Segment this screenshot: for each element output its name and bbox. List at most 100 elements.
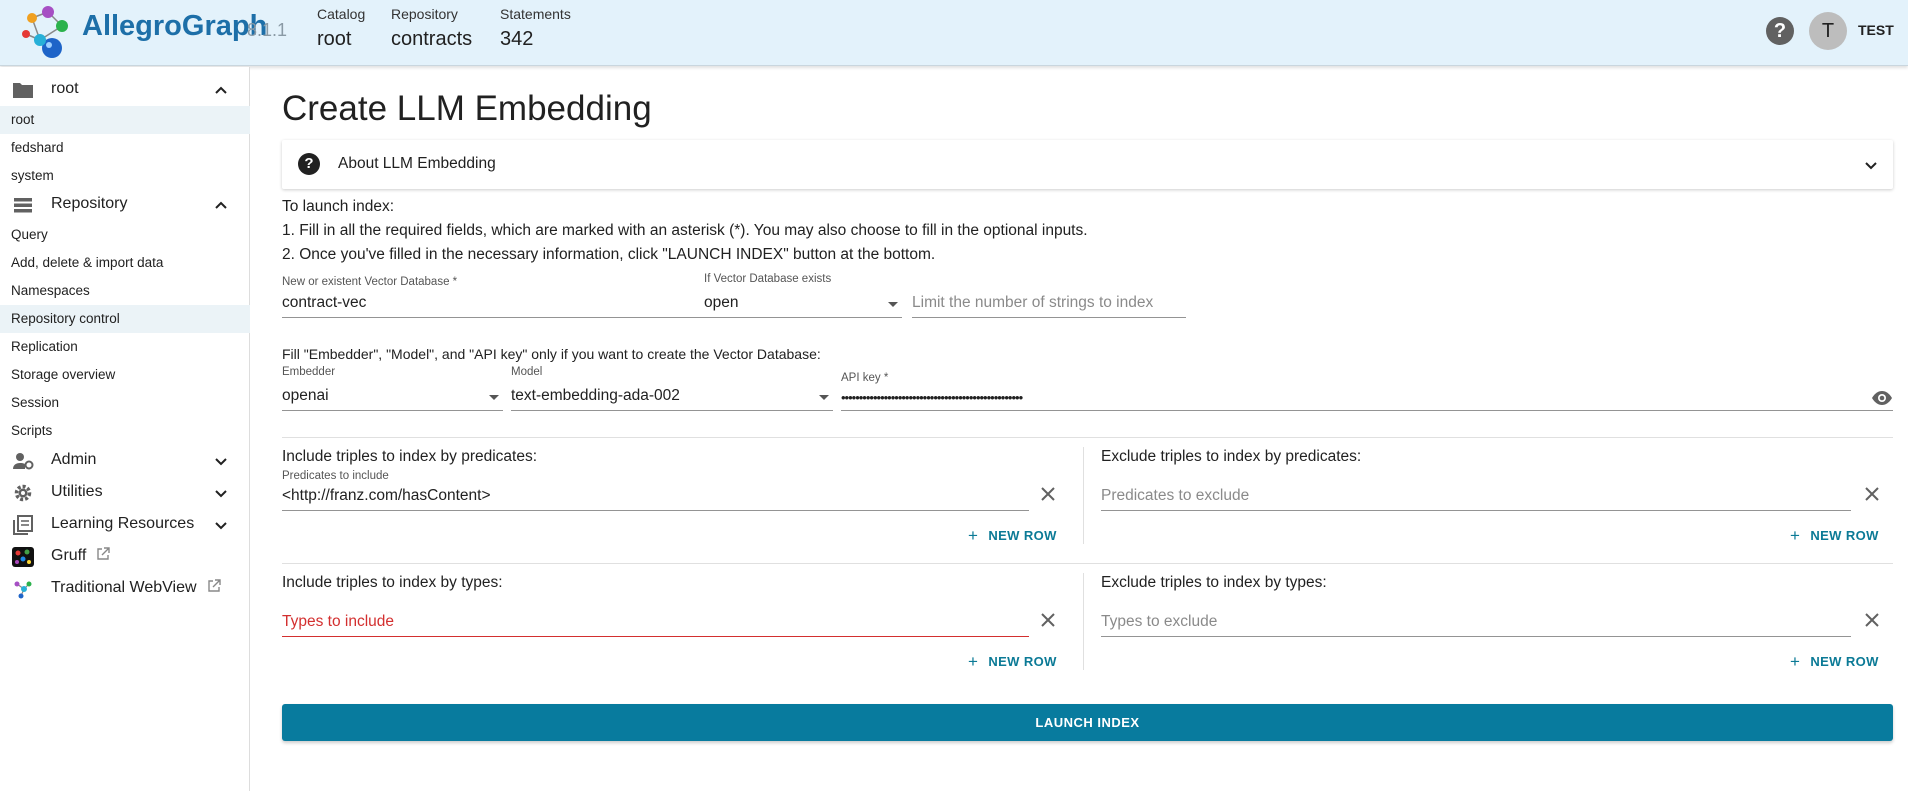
top-bar: AllegroGraph 8.1.1 Catalog root Reposito… [0,0,1908,66]
plus-icon: + [1790,526,1801,545]
about-panel-label: About LLM Embedding [338,155,496,172]
sidebar-item-add-delete-import[interactable]: Add, delete & import data [0,249,250,277]
exclude-predicates-input[interactable]: Predicates to exclude [1101,483,1851,511]
main-content: Create LLM Embedding ? About LLM Embeddi… [258,67,1908,791]
limit-strings-input[interactable]: Limit the number of strings to index [912,290,1186,318]
chevron-down-icon [215,490,227,498]
launch-index-button[interactable]: LAUNCH INDEX [282,704,1893,741]
catalog-section-label: root [51,80,79,97]
sidebar-item-scripts[interactable]: Scripts [0,417,250,445]
chevron-up-icon [215,201,227,209]
statements-label: Statements [500,6,571,22]
close-icon[interactable] [1863,611,1881,629]
include-predicates-label: Predicates to include [282,470,389,482]
webview-link: Traditional WebView [51,579,221,597]
sidebar-link-gruff[interactable]: Gruff [0,542,250,572]
include-predicates-new-row-button[interactable]: + NEW ROW [968,526,1057,546]
close-icon[interactable] [1863,485,1881,503]
include-types-placeholder: Types to include [282,613,395,630]
section-divider [282,437,1893,438]
version-label: 8.1.1 [247,20,288,40]
embedder-select[interactable]: openai [282,383,503,411]
repository-info[interactable]: Repository contracts [391,6,472,51]
new-row-label: NEW ROW [1810,654,1879,669]
include-predicates-value: <http://franz.com/hasContent> [282,487,491,504]
statements-info[interactable]: Statements 342 [500,6,571,51]
exclude-types-placeholder: Types to exclude [1101,613,1218,630]
sidebar-item-replication[interactable]: Replication [0,333,250,361]
help-icon[interactable]: ? [1766,17,1794,45]
include-types-new-row-button[interactable]: + NEW ROW [968,652,1057,672]
sidebar-section-repository[interactable]: Repository [0,190,250,220]
catalog-info[interactable]: Catalog root [317,6,365,51]
repository-label: Repository [391,6,458,22]
sidebar-section-admin[interactable]: Admin [0,446,250,476]
model-select[interactable]: text-embedding-ada-002 [511,383,833,411]
learning-section-label: Learning Resources [51,515,195,532]
user-avatar[interactable]: T [1809,12,1847,50]
gear-icon [14,484,32,502]
sidebar-item-namespaces[interactable]: Namespaces [0,277,250,305]
brand-name[interactable]: AllegroGraph [82,10,267,43]
plus-icon: + [968,652,979,671]
exclude-predicates-title: Exclude triples to index by predicates: [1101,448,1362,465]
sidebar-link-webview[interactable]: Traditional WebView [0,574,250,604]
repository-section-label: Repository [51,195,128,212]
vector-db-value: contract-vec [282,294,367,311]
utilities-section-label: Utilities [51,483,103,500]
exclude-types-new-row-button[interactable]: + NEW ROW [1790,652,1879,672]
open-in-new-icon [207,579,221,592]
help-circle-icon: ? [298,153,320,175]
db-exists-select[interactable]: open [704,290,902,318]
page-title: Create LLM Embedding [282,89,652,128]
sidebar-item-repository-control[interactable]: Repository control [0,305,250,333]
vector-db-input[interactable]: contract-vec [282,290,719,318]
gruff-icon [12,547,34,567]
sidebar-section-catalog[interactable]: root [0,75,250,105]
dropdown-arrow-icon [819,395,829,400]
username[interactable]: TEST [1858,22,1894,38]
allegrograph-logo-icon[interactable] [18,4,76,60]
api-key-input[interactable]: ••••••••••••••••••••••••••••••••••••••••… [841,383,1893,411]
db-exists-value: open [704,294,739,311]
statements-value: 342 [500,28,534,50]
close-icon[interactable] [1039,611,1057,629]
new-row-label: NEW ROW [1810,528,1879,543]
embedder-note: Fill "Embedder", "Model", and "API key" … [282,346,821,362]
sidebar-item-root[interactable]: root [0,106,250,134]
include-types-input[interactable]: Types to include [282,609,1029,637]
chevron-down-icon [1865,162,1877,170]
sidebar-section-utilities[interactable]: Utilities [0,478,250,508]
gruff-link: Gruff [51,547,110,565]
catalog-value: root [317,28,352,50]
sidebar-section-learning[interactable]: Learning Resources [0,510,250,540]
column-divider [1083,573,1084,670]
library-books-icon [13,515,33,535]
about-panel[interactable]: ? About LLM Embedding [282,140,1893,189]
webview-icon [14,581,32,599]
embedder-value: openai [282,387,329,404]
visibility-icon[interactable] [1871,390,1893,406]
webview-label: Traditional WebView [51,579,197,596]
dropdown-arrow-icon [489,395,499,400]
sidebar: root root fedshard system Repository Que… [0,67,250,791]
chevron-up-icon [215,86,227,94]
open-in-new-icon [97,547,110,560]
sidebar-item-storage-overview[interactable]: Storage overview [0,361,250,389]
model-label: Model [511,366,543,378]
close-icon[interactable] [1039,485,1057,503]
exclude-predicates-new-row-button[interactable]: + NEW ROW [1790,526,1879,546]
chevron-down-icon [215,522,227,530]
new-row-label: NEW ROW [988,654,1057,669]
sidebar-item-fedshard[interactable]: fedshard [0,134,250,162]
section-divider [282,563,1893,564]
limit-strings-placeholder: Limit the number of strings to index [912,294,1154,311]
repository-value: contracts [391,28,473,50]
sidebar-item-query[interactable]: Query [0,221,250,249]
include-predicates-title: Include triples to index by predicates: [282,448,538,465]
sidebar-item-system[interactable]: system [0,162,250,190]
include-predicates-input[interactable]: <http://franz.com/hasContent> [282,483,1029,511]
sidebar-item-session[interactable]: Session [0,389,250,417]
exclude-types-input[interactable]: Types to exclude [1101,609,1851,637]
admin-section-label: Admin [51,451,97,468]
